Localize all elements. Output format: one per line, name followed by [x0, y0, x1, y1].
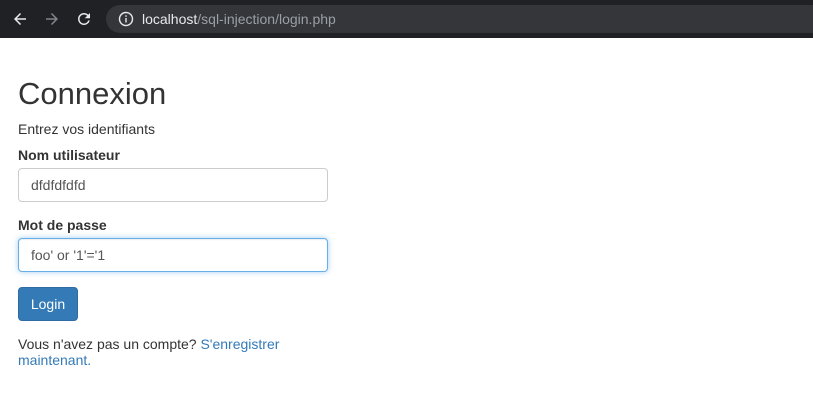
arrow-right-icon	[46, 13, 58, 25]
reload-button[interactable]	[72, 7, 96, 31]
page-title: Connexion	[18, 76, 167, 111]
forward-button[interactable]	[40, 7, 64, 31]
password-input[interactable]	[18, 238, 328, 272]
reload-icon	[77, 12, 90, 25]
info-icon[interactable]	[118, 11, 134, 27]
arrow-left-icon	[14, 13, 26, 25]
url-text[interactable]: localhost/sql-injection/login.php	[142, 11, 336, 27]
login-button[interactable]: Login	[18, 287, 78, 321]
browser-toolbar: localhost/sql-injection/login.php	[0, 0, 813, 38]
register-prompt: Vous n'avez pas un compte? S'enregistrer…	[18, 336, 318, 368]
url-path: /sql-injection/login.php	[197, 11, 336, 27]
address-bar[interactable]: localhost/sql-injection/login.php	[106, 5, 813, 33]
username-label: Nom utilisateur	[18, 147, 120, 163]
password-label: Mot de passe	[18, 217, 107, 233]
back-button[interactable]	[8, 7, 32, 31]
url-host: localhost	[142, 11, 198, 27]
username-input[interactable]	[18, 168, 328, 202]
page-subtitle: Entrez vos identifiants	[18, 121, 155, 137]
register-prompt-text: Vous n'avez pas un compte?	[18, 336, 197, 352]
